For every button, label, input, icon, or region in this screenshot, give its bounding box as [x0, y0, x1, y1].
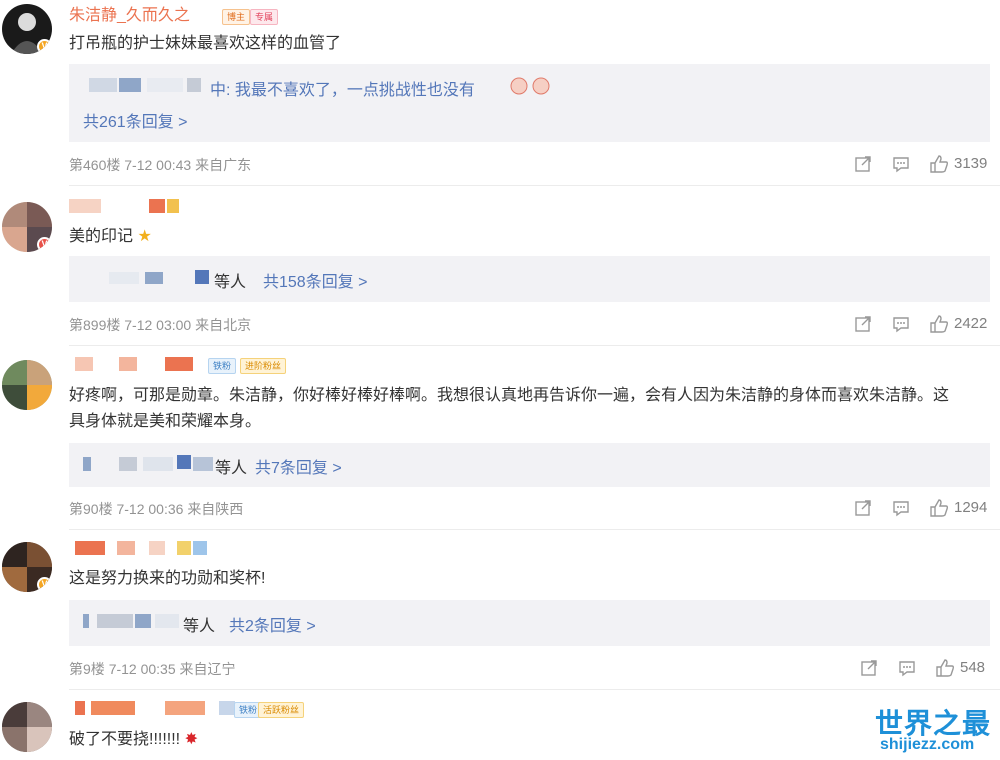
like-count: 2422 [954, 315, 988, 332]
comment-location: 来自陕西 [187, 501, 244, 517]
verified-badge-icon: V [37, 39, 52, 54]
comment-location: 来自辽宁 [179, 661, 236, 677]
badge-iron-fan: 铁粉 [208, 358, 237, 374]
watermark-domain: shijiezz.com [880, 736, 975, 753]
like-count: 1294 [954, 499, 988, 516]
like-count: 3139 [954, 155, 988, 172]
like-count: 548 [960, 659, 986, 676]
star-emoji-icon: ★ [137, 228, 152, 245]
avatar[interactable]: V [2, 542, 52, 592]
comment-text: 美的印记 ★ [69, 224, 969, 250]
reply-preview-box[interactable]: 中: 我最不喜欢了，一点挑战性也没有 共261条回复 > [69, 64, 990, 142]
comment-time: 7-12 00:35 [108, 661, 176, 677]
comment-text: 破了不要挠!!!!!!! ✸ [69, 727, 969, 753]
comment-item: 铁粉 进阶粉丝 好疼啊，可那是勋章。朱洁静，你好棒好棒好棒啊。我想很认真地再告诉… [0, 346, 1000, 530]
thumb-up-icon[interactable] [929, 315, 949, 333]
comment-meta: 第90楼 7-12 00:36 来自陕西 [69, 499, 243, 519]
angry-emoji-icon: ✸ [184, 731, 198, 748]
comment-time: 7-12 00:43 [124, 157, 192, 173]
comment-icon[interactable] [892, 315, 910, 333]
reply-preview-box[interactable]: 等人 共158条回复 > [69, 256, 990, 302]
avatar[interactable] [2, 702, 52, 752]
thumb-up-icon[interactable] [929, 155, 949, 173]
comment-location: 来自广东 [195, 157, 252, 173]
comment-text-body: 破了不要挠!!!!!!! [69, 731, 181, 748]
comment-actions: 3139 [850, 154, 1000, 174]
badge-blogger: 博主 [222, 9, 251, 25]
blurred-username[interactable] [69, 538, 219, 558]
badge-exclusive: 专属 [250, 9, 279, 25]
comment-text: 打吊瓶的护士妹妹最喜欢这样的血管了 [69, 35, 342, 52]
verified-badge-icon: V [37, 237, 52, 252]
blurred-username[interactable] [69, 698, 239, 718]
reply-preview-text: 中: 我最不喜欢了，一点挑战性也没有 [210, 82, 475, 99]
thumb-up-icon[interactable] [935, 659, 955, 677]
avatar[interactable]: V [2, 202, 52, 252]
reply-preview-box[interactable]: 等人 共7条回复 > [69, 443, 990, 487]
comment-text: 这是努力换来的功勋和奖杯! [69, 570, 266, 587]
share-icon[interactable] [854, 315, 872, 333]
comment-text-body: 美的印记 [69, 228, 134, 245]
view-replies-link[interactable]: 共7条回复 > [255, 454, 342, 478]
comment-item: V 朱洁静_久而久之 博主 专属 打吊瓶的护士妹妹最喜欢这样的血管了 中: 我最… [0, 0, 1000, 185]
floor-number: 第899楼 [69, 317, 121, 333]
blurred-avatar-image [2, 360, 52, 410]
floor-number: 第90楼 [69, 501, 113, 517]
comment-meta: 第9楼 7-12 00:35 来自辽宁 [69, 659, 236, 679]
comment-actions: 548 [856, 658, 1000, 678]
share-icon[interactable] [854, 499, 872, 517]
view-replies-link[interactable]: 共158条回复 > [263, 268, 368, 292]
verified-badge-icon: V [37, 577, 52, 592]
comment-location: 来自北京 [195, 317, 252, 333]
floor-number: 第9楼 [69, 661, 105, 677]
floor-number: 第460楼 [69, 157, 121, 173]
username-link[interactable]: 朱洁静_久而久之 [69, 6, 190, 26]
blurred-username-icon [109, 270, 219, 288]
comment-icon[interactable] [898, 659, 916, 677]
avatar[interactable]: V [2, 4, 52, 54]
comment-icon[interactable] [892, 155, 910, 173]
blurred-username-icon [83, 455, 233, 473]
badge-advanced-fan: 进阶粉丝 [240, 358, 287, 374]
comment-item: V 美的印记 ★ 等人 共158条回复 > 第899楼 7-12 03:00 来… [0, 186, 1000, 346]
comment-actions: 2422 [850, 314, 1000, 334]
reply-preview-box[interactable]: 等人 共2条回复 > [69, 600, 990, 646]
comment-time: 7-12 03:00 [124, 317, 192, 333]
blurred-username-icon [89, 76, 209, 94]
thumb-up-icon[interactable] [929, 499, 949, 517]
avatar[interactable] [2, 360, 52, 410]
comment-meta: 第460楼 7-12 00:43 来自广东 [69, 155, 251, 175]
view-replies-link[interactable]: 共2条回复 > [229, 612, 316, 636]
comment-meta: 第899楼 7-12 03:00 来自北京 [69, 315, 251, 335]
comment-item: 铁粉 活跃粉丝 破了不要挠!!!!!!! ✸ [0, 690, 1000, 760]
comment-actions: 1294 [850, 498, 1000, 518]
comment-item: V 这是努力换来的功勋和奖杯! 等人 共2条回复 > 第9楼 7-12 00:3… [0, 530, 1000, 690]
view-replies-link[interactable]: 共261条回复 > [83, 108, 188, 132]
comment-text: 好疼啊，可那是勋章。朱洁静，你好棒好棒好棒啊。我想很认真地再告诉你一遍，会有人因… [69, 387, 950, 430]
reply-preview-text: 等人 [215, 460, 248, 477]
badge-active-fan: 活跃粉丝 [258, 702, 305, 718]
share-icon[interactable] [854, 155, 872, 173]
comment-time: 7-12 00:36 [116, 501, 184, 517]
emoji-icon [510, 77, 550, 95]
blurred-username[interactable] [69, 354, 209, 374]
share-icon[interactable] [860, 659, 878, 677]
comment-icon[interactable] [892, 499, 910, 517]
reply-preview-text: 等人 [214, 274, 247, 291]
reply-preview-text: 等人 [183, 618, 216, 635]
blurred-avatar-image [2, 702, 52, 752]
blurred-username[interactable] [69, 196, 189, 216]
